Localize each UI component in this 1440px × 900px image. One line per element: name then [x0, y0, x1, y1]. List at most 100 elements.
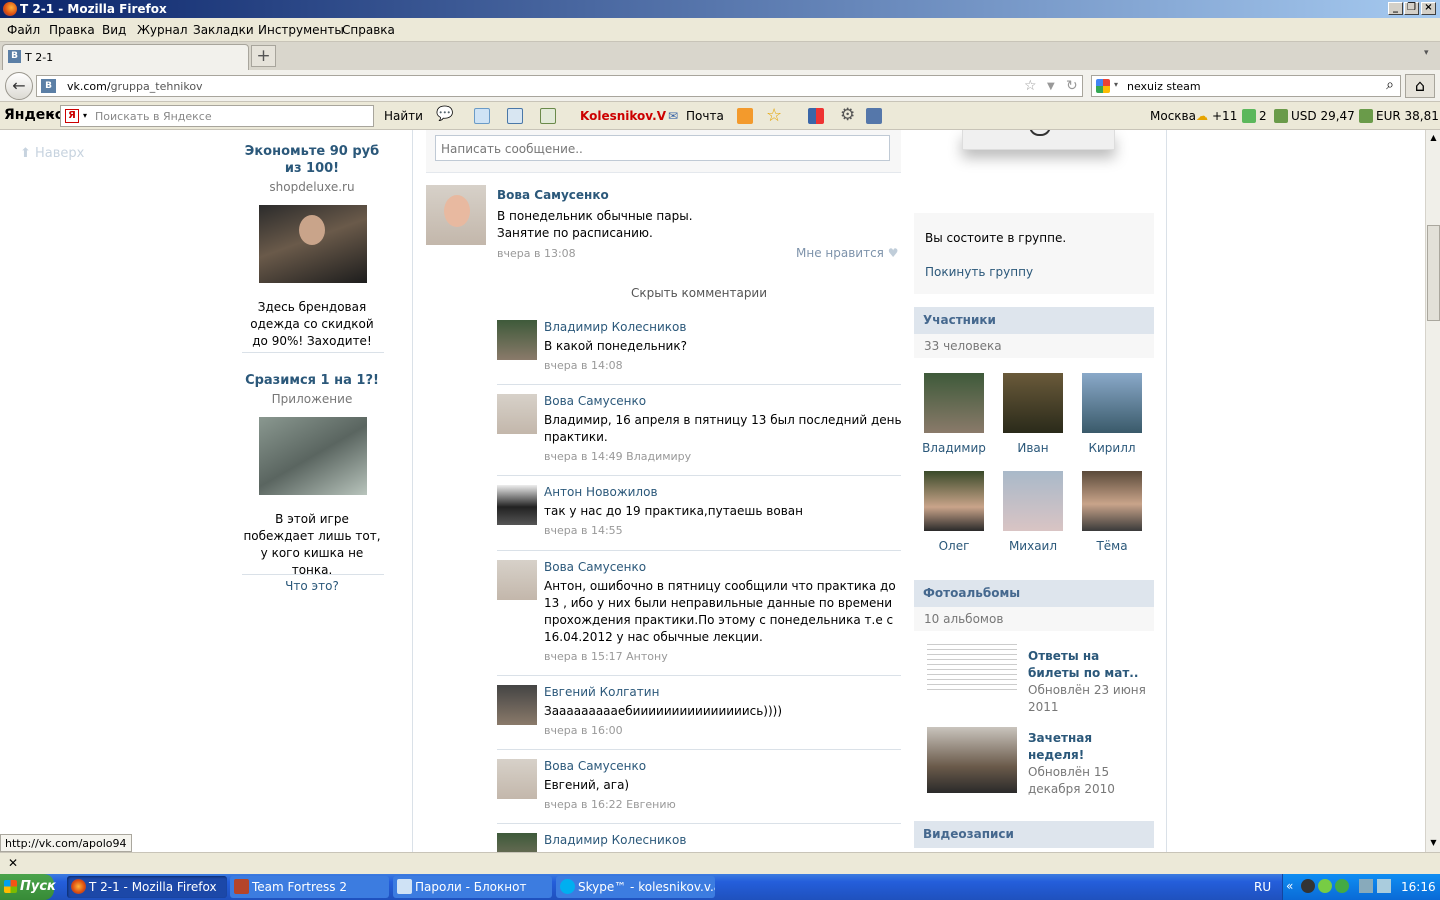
ad-title[interactable]: Сразимся 1 на 1?!	[242, 372, 382, 389]
widgets-icon[interactable]	[808, 108, 824, 124]
engine-dropdown-icon[interactable]: ▾	[1114, 80, 1118, 89]
yandex-eur[interactable]: EUR 38,81	[1376, 109, 1439, 123]
member-item[interactable]: Олег	[919, 471, 989, 553]
leave-group-link[interactable]: Покинуть группу	[925, 265, 1033, 279]
comment-avatar[interactable]	[497, 394, 537, 434]
comment-avatar[interactable]	[497, 320, 537, 360]
scroll-thumb[interactable]	[1427, 225, 1440, 321]
comment-date[interactable]: вчера в 15:17 Антону	[544, 650, 668, 663]
ad-block-2[interactable]: Сразимся 1 на 1?! Приложение	[242, 372, 382, 408]
member-item[interactable]: Владимир	[919, 373, 989, 455]
search-bar[interactable]: ▾ nexuiz steam ⌕	[1091, 75, 1401, 97]
comment-avatar[interactable]	[497, 685, 537, 725]
task-firefox[interactable]: Т 2-1 - Mozilla Firefox	[67, 876, 227, 898]
bookmark-star-icon[interactable]: ☆	[1024, 78, 1037, 94]
url-bar[interactable]: В vk.com/gruppa_tehnikov ☆ ▼ ↻	[36, 75, 1083, 97]
post-date[interactable]: вчера в 13:08	[497, 247, 576, 260]
task-tf2[interactable]: Team Fortress 2	[230, 876, 389, 898]
ad-image-1[interactable]	[259, 205, 367, 283]
tab-list-icon[interactable]: ▾	[1424, 48, 1429, 58]
comment-author[interactable]: Владимир Колесников	[544, 320, 686, 334]
language-indicator[interactable]: RU	[1254, 880, 1271, 894]
menu-history[interactable]: Журнал	[137, 23, 188, 37]
back-to-top-link[interactable]: ⬆ Наверх	[20, 146, 84, 161]
comment-avatar[interactable]	[497, 560, 537, 600]
scroll-up-icon[interactable]: ▲	[1427, 131, 1440, 145]
yandex-logo[interactable]: Яндекс	[4, 107, 63, 123]
videos-header[interactable]: Видеозаписи	[914, 821, 1154, 848]
comment-author[interactable]: Владимир Колесников	[544, 833, 686, 847]
album-cover[interactable]	[927, 727, 1017, 793]
album-name[interactable]: Зачетная неделя!	[1028, 730, 1148, 764]
close-button[interactable]: ×	[1421, 2, 1436, 15]
like-button[interactable]: Мне нравится ♥	[796, 246, 898, 260]
reload-icon[interactable]: ↻	[1066, 78, 1078, 94]
comment-author[interactable]: Вова Самусенко	[544, 394, 646, 408]
search-icon[interactable]: ⌕	[1386, 77, 1394, 93]
album-item[interactable]: Ответы на билеты по мат.. Обновлён 23 ию…	[1028, 648, 1148, 716]
albums-count[interactable]: 10 альбомов	[914, 607, 1154, 631]
comment-avatar[interactable]	[497, 759, 537, 799]
yandex-weather[interactable]: +11	[1212, 109, 1237, 123]
checkmark-icon[interactable]	[474, 108, 490, 124]
post-avatar[interactable]	[426, 185, 486, 245]
albums-header[interactable]: Фотоальбомы	[914, 580, 1154, 607]
ad-block-1[interactable]: Экономьте 90 руб из 100! shopdeluxe.ru	[242, 143, 382, 196]
hide-comments-button[interactable]: Скрыть комментарии	[497, 280, 901, 306]
what-is-this-link[interactable]: Что это?	[242, 578, 382, 595]
album-item[interactable]: Зачетная неделя! Обновлён 15 декабря 201…	[1028, 730, 1148, 798]
comment-author[interactable]: Вова Самусенко	[544, 560, 646, 574]
start-button[interactable]: Пуск	[0, 874, 56, 900]
yandex-usd[interactable]: USD 29,47	[1291, 109, 1355, 123]
menu-bookmarks[interactable]: Закладки	[193, 23, 254, 37]
steam-icon[interactable]	[1301, 879, 1315, 893]
yandex-city[interactable]: Москва	[1150, 109, 1196, 123]
group-avatar[interactable]	[962, 130, 1115, 150]
yandex-search-box[interactable]: Я ▾ Поискать в Яндексе	[60, 105, 374, 127]
comment-author[interactable]: Антон Новожилов	[544, 485, 658, 499]
member-item[interactable]: Кирилл	[1077, 373, 1147, 455]
member-item[interactable]: Иван	[998, 373, 1068, 455]
maximize-button[interactable]: ❐	[1404, 2, 1419, 15]
translate-icon[interactable]	[507, 108, 523, 124]
settings-gear-icon[interactable]: ⚙	[840, 105, 855, 125]
utility-icon[interactable]	[1335, 879, 1349, 893]
minimize-button[interactable]: _	[1388, 2, 1403, 15]
comment-date[interactable]: вчера в 14:55	[544, 524, 623, 537]
yandex-traffic[interactable]: 2	[1259, 109, 1267, 123]
network-icon[interactable]	[1359, 879, 1373, 893]
album-name[interactable]: Ответы на билеты по мат..	[1028, 648, 1148, 682]
album-cover[interactable]	[927, 640, 1017, 690]
yandex-mail[interactable]: Почта	[686, 109, 724, 123]
yandex-bar-icon[interactable]	[866, 108, 882, 124]
write-message-input[interactable]: Написать сообщение..	[435, 135, 890, 161]
members-header[interactable]: Участники	[914, 307, 1154, 334]
ad-title[interactable]: Экономьте 90 руб из 100!	[242, 143, 382, 177]
yandex-search-input[interactable]: Поискать в Яндексе	[95, 110, 212, 123]
yandex-find-button[interactable]: Найти	[384, 109, 423, 123]
close-addon-bar-icon[interactable]: ✕	[8, 856, 18, 870]
favorites-star-icon[interactable]: ☆	[766, 105, 782, 126]
page-scrollbar[interactable]: ▲ ▼	[1425, 130, 1440, 852]
comment-author[interactable]: Вова Самусенко	[544, 759, 646, 773]
tab-active[interactable]: В Т 2-1	[2, 44, 249, 70]
comment-avatar[interactable]	[497, 485, 537, 525]
comment-author[interactable]: Евгений Колгатин	[544, 685, 659, 699]
menu-file[interactable]: Файл	[7, 23, 40, 37]
menu-view[interactable]: Вид	[102, 23, 126, 37]
yandex-engine-arrow-icon[interactable]: ▾	[83, 111, 87, 120]
back-button[interactable]: ←	[5, 72, 33, 100]
task-notepad[interactable]: Пароли - Блокнот	[393, 876, 552, 898]
scroll-down-icon[interactable]: ▼	[1427, 836, 1440, 850]
history-dropdown-icon[interactable]: ▼	[1047, 81, 1055, 92]
comment-date[interactable]: вчера в 14:49 Владимиру	[544, 450, 691, 463]
menu-edit[interactable]: Правка	[49, 23, 95, 37]
bookmarks-icon[interactable]	[540, 108, 556, 124]
comment-icon[interactable]: 💬	[436, 106, 453, 122]
member-item[interactable]: Тёма	[1077, 471, 1147, 553]
security-icon[interactable]	[1318, 879, 1332, 893]
yandex-user[interactable]: Kolesnikov.V	[580, 109, 666, 123]
yandex-menu-arrow-icon[interactable]: ▾	[50, 111, 54, 120]
comment-date[interactable]: вчера в 16:00	[544, 724, 623, 737]
task-skype[interactable]: Skype™ - kolesnikov.v.a...	[556, 876, 715, 898]
